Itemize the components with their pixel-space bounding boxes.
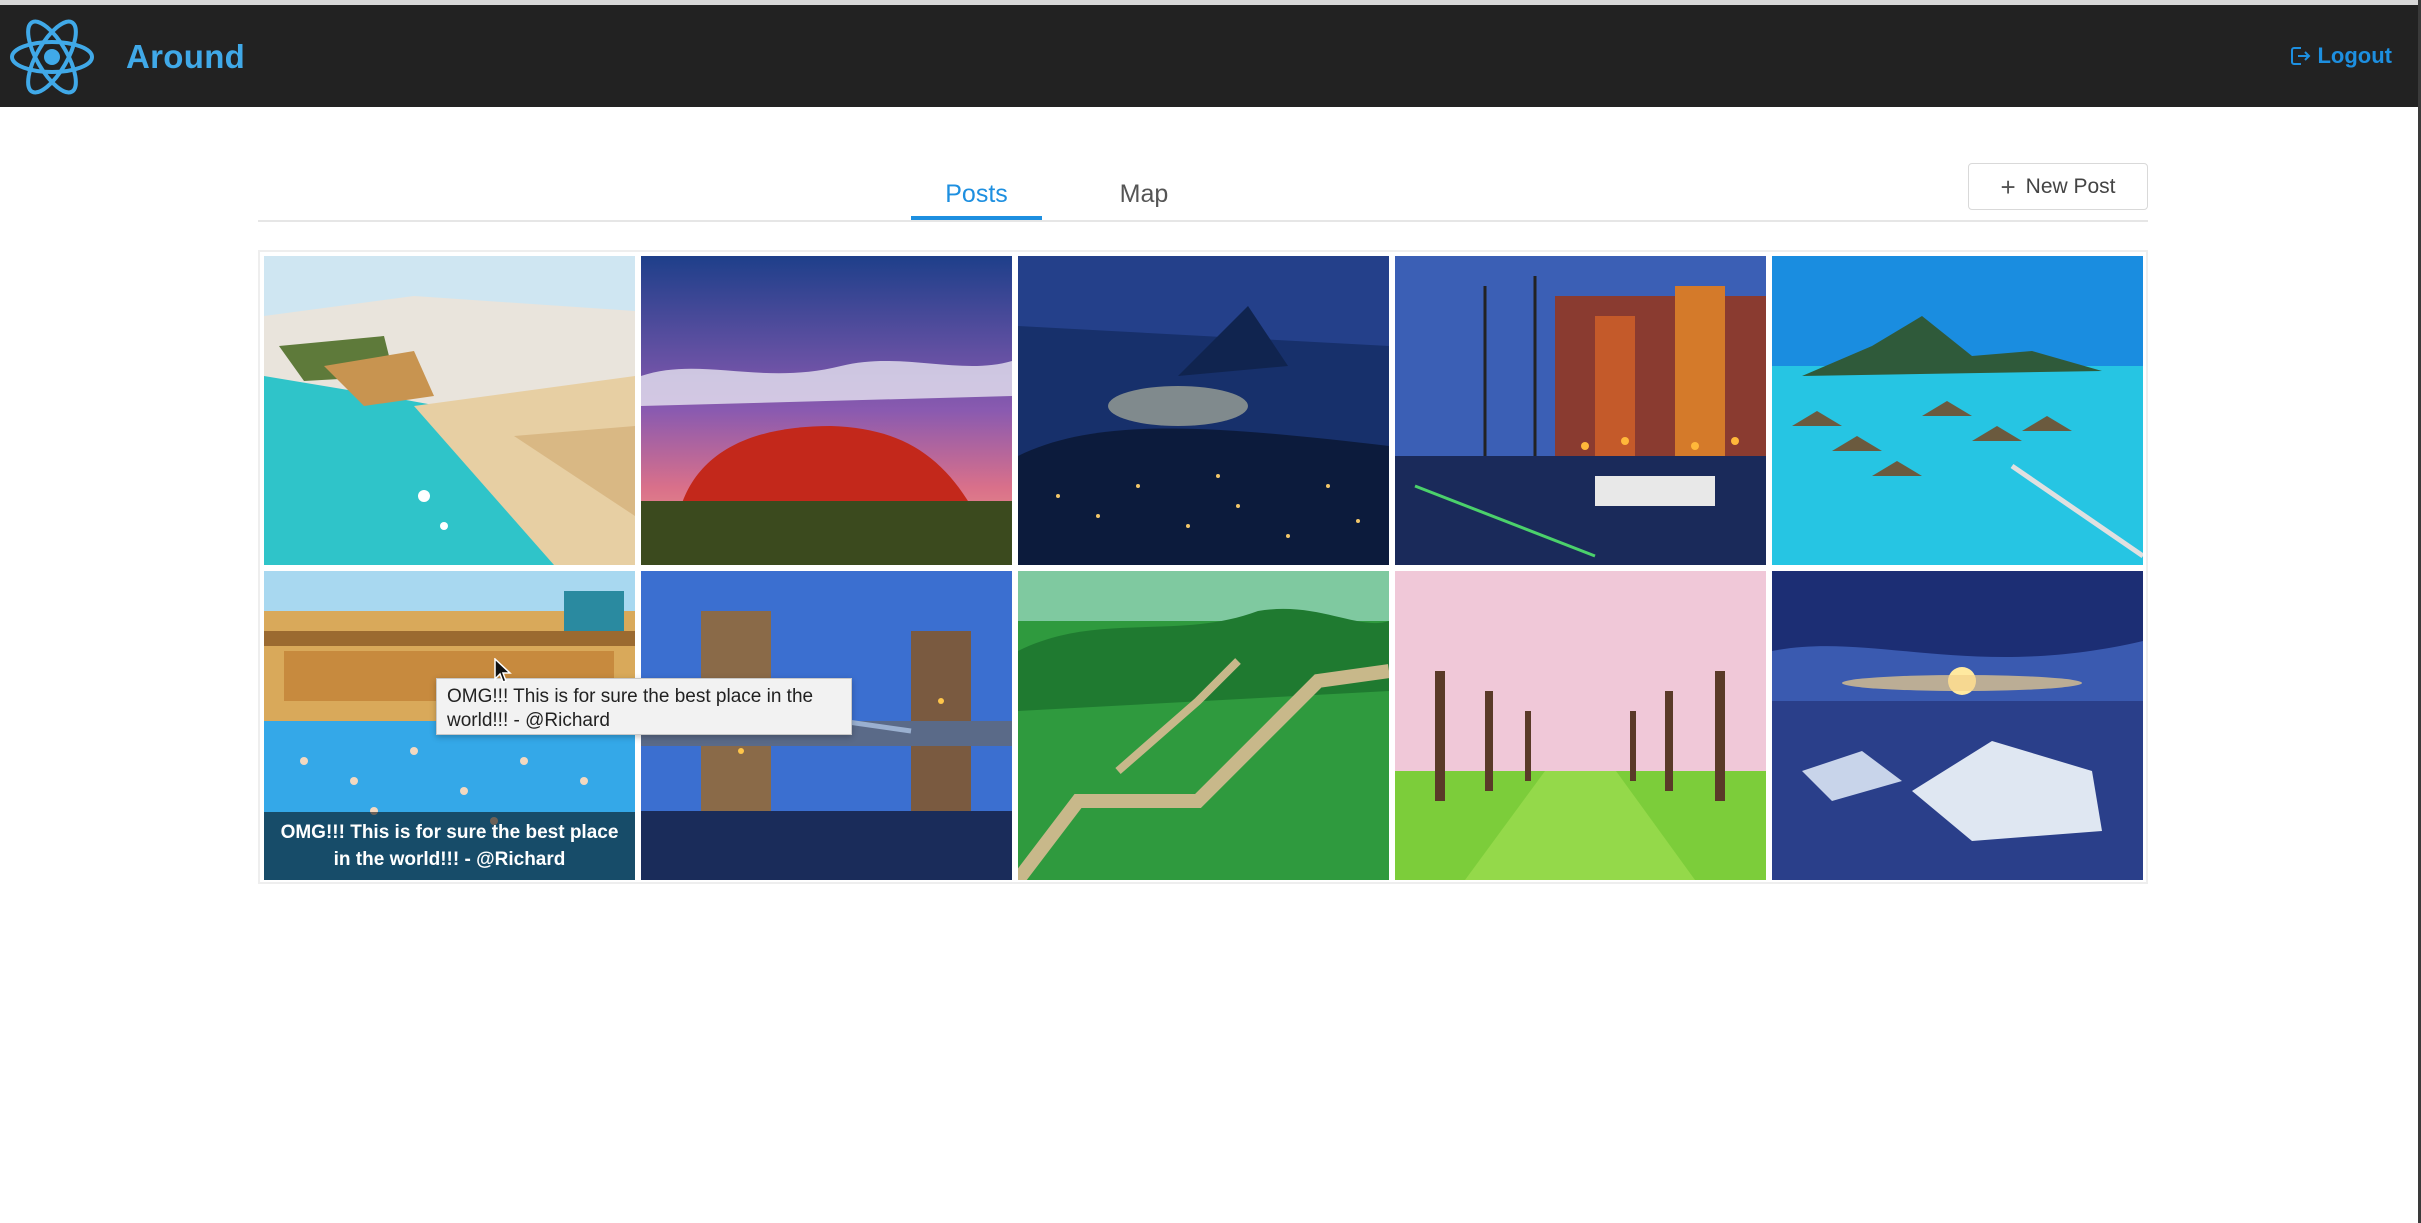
- logout-icon: [2291, 47, 2311, 65]
- active-tab-indicator: [911, 216, 1042, 220]
- photo-ice-shore-sunset: [1772, 571, 2143, 880]
- tab-map[interactable]: Map: [1094, 180, 1194, 209]
- mouse-cursor-icon: [494, 658, 512, 683]
- photo-great-wall-green-hills: [1018, 571, 1389, 880]
- photo-canal-harbor-dusk: [1395, 256, 1766, 565]
- gallery-photo[interactable]: [1018, 256, 1389, 565]
- gallery-photo[interactable]: [1395, 571, 1766, 880]
- app-title: Around: [126, 38, 246, 75]
- app-header: Around Logout: [0, 5, 2418, 107]
- new-post-label: New Post: [2025, 174, 2116, 198]
- gallery-photo[interactable]: [264, 256, 635, 565]
- new-post-button[interactable]: + New Post: [1968, 163, 2148, 210]
- gallery-photo[interactable]: [641, 256, 1012, 565]
- logout-label: Logout: [2317, 43, 2392, 68]
- plus-icon: +: [2000, 171, 2016, 202]
- gallery-photo[interactable]: [1772, 256, 2143, 565]
- photo-gallery: OMG!!! This is for sure the best place i…: [258, 250, 2148, 884]
- tab-posts[interactable]: Posts: [911, 180, 1042, 209]
- photo-overwater-bungalows-lagoon: [1772, 256, 2143, 565]
- photo-harbor-city-night-moon: [1018, 256, 1389, 565]
- gallery-photo[interactable]: [1772, 571, 2143, 880]
- gallery-photo[interactable]: [1018, 571, 1389, 880]
- logout-button[interactable]: Logout: [2289, 43, 2392, 69]
- gallery-photo[interactable]: [1395, 256, 1766, 565]
- caption-tooltip: OMG!!! This is for sure the best place i…: [436, 678, 852, 735]
- photo-cherry-blossom-avenue: [1395, 571, 1766, 880]
- photo-red-rock-monolith-sunset: [641, 256, 1012, 565]
- photo-caption: OMG!!! This is for sure the best place i…: [264, 812, 635, 880]
- react-atom-icon[interactable]: [8, 16, 96, 98]
- photo-coastal-beach-town: [264, 256, 635, 565]
- tab-bar: Posts Map: [258, 150, 2148, 222]
